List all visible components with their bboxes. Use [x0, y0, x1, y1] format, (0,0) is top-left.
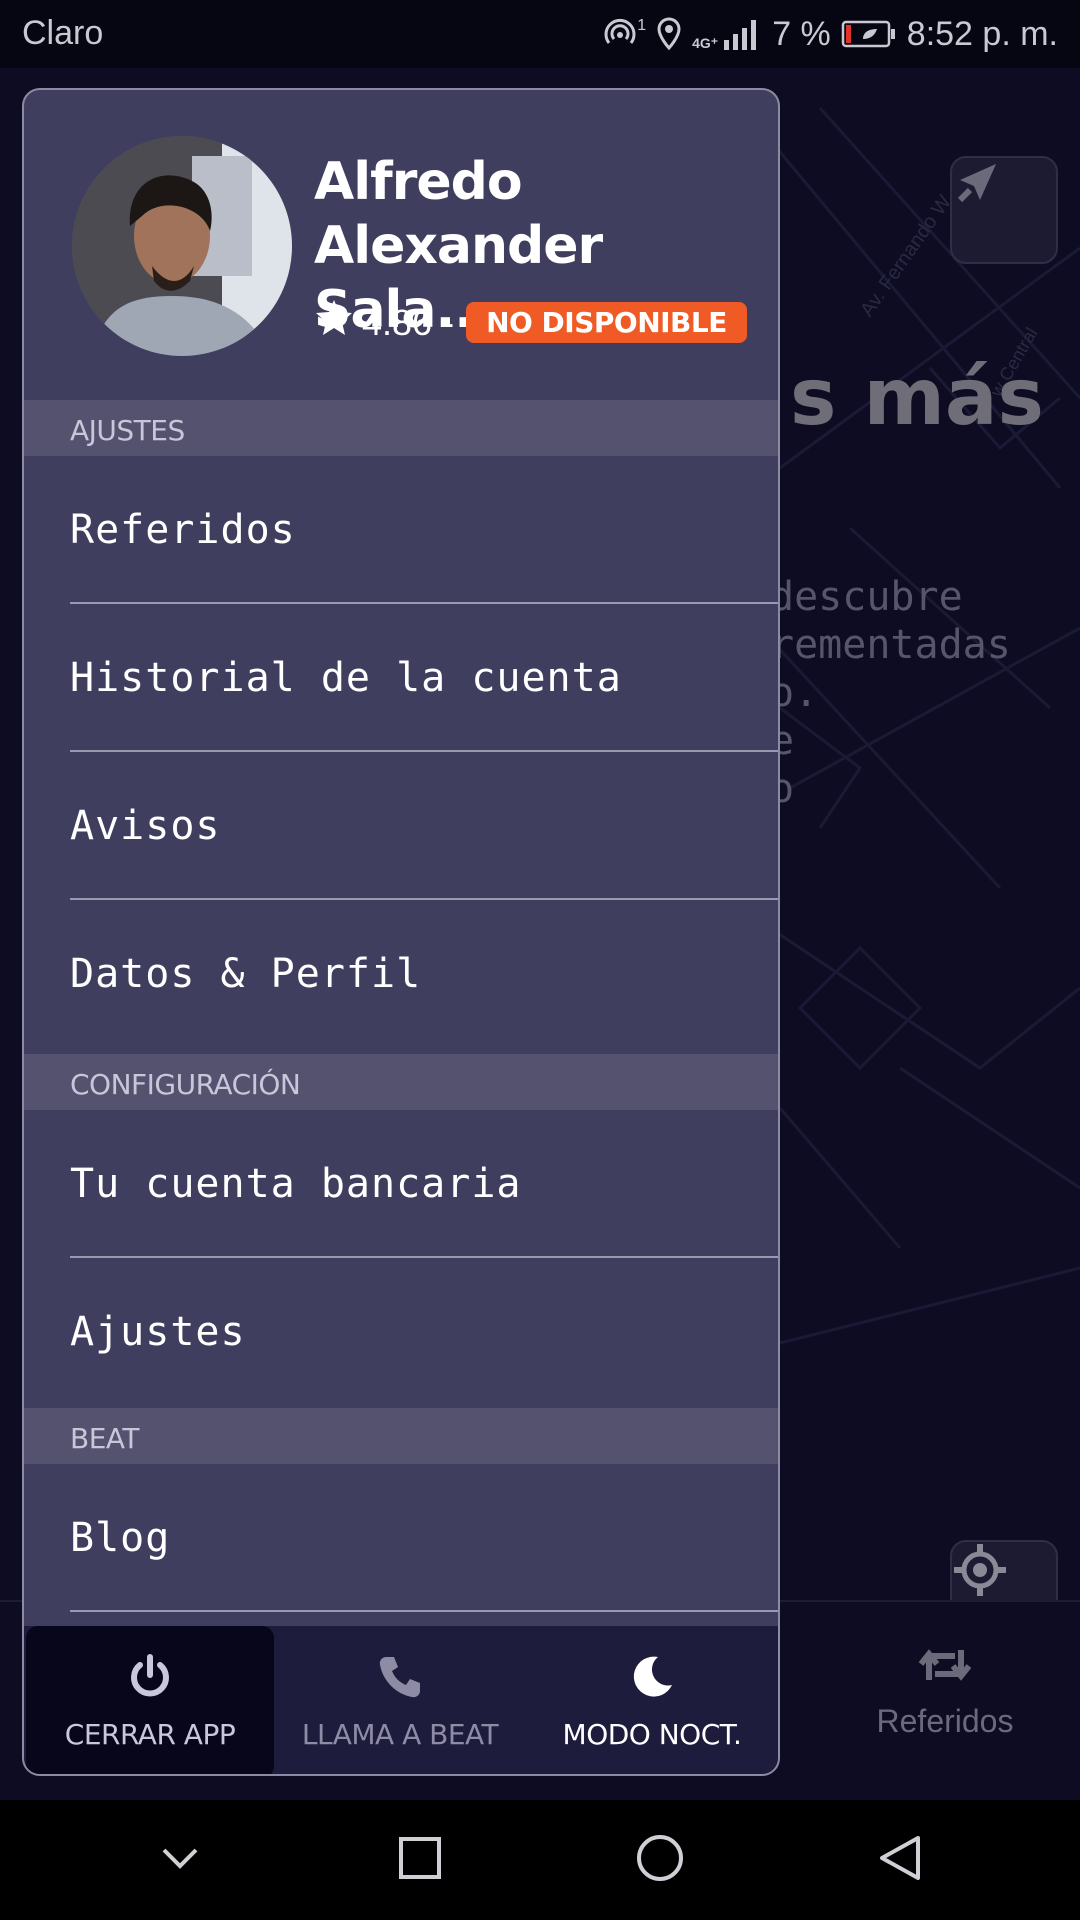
- navigation-button[interactable]: [950, 156, 1058, 264]
- hotspot-icon: 1: [603, 17, 646, 51]
- close-app-label: CERRAR APP: [64, 1718, 236, 1751]
- night-mode-label: MODO NOCT.: [562, 1718, 742, 1751]
- call-beat-label: LLAMA A BEAT: [301, 1718, 499, 1751]
- battery-icon: [841, 19, 897, 49]
- network-type-label: 4G⁺: [692, 35, 719, 51]
- rating-row: 4.86 - NO DISPONIBLE: [314, 298, 747, 347]
- section-header-beat: BEAT: [24, 1408, 778, 1464]
- profile-header[interactable]: Alfredo Alexander Sala... 4.86 - NO DISP…: [24, 90, 778, 400]
- moon-icon: [628, 1653, 676, 1706]
- menu-item-blog[interactable]: Blog: [24, 1464, 778, 1612]
- menu-item-cuenta-bancaria[interactable]: Tu cuenta bancaria: [24, 1110, 778, 1258]
- tab-referidos[interactable]: Referidos: [860, 1640, 1030, 1740]
- night-mode-button[interactable]: MODO NOCT.: [526, 1626, 778, 1774]
- menu-item-label: Blog: [70, 1515, 171, 1561]
- square-icon: [398, 1836, 442, 1885]
- close-app-button[interactable]: CERRAR APP: [26, 1626, 274, 1774]
- circle-icon: [636, 1834, 684, 1887]
- menu-item-avisos[interactable]: Avisos: [24, 752, 778, 900]
- section-header-configuracion: CONFIGURACIÓN: [24, 1054, 778, 1110]
- avatar[interactable]: [72, 136, 292, 356]
- section-title: BEAT: [70, 1422, 139, 1455]
- background-text: descubre rementadas o. e o: [770, 574, 1011, 812]
- menu-item-label: Datos & Perfil: [70, 951, 422, 997]
- chevron-down-icon: [160, 1846, 200, 1875]
- hide-keyboard-button[interactable]: [135, 1815, 225, 1905]
- star-icon: [314, 298, 354, 347]
- phone-icon: [376, 1653, 424, 1706]
- power-icon: [126, 1653, 174, 1706]
- menu-item-label: Referidos: [70, 507, 296, 553]
- menu-item-ajustes[interactable]: Ajustes: [24, 1258, 778, 1406]
- section-title: AJUSTES: [70, 414, 185, 447]
- rating-value: 4.86 -: [362, 301, 455, 343]
- side-drawer: Alfredo Alexander Sala... 4.86 - NO DISP…: [22, 88, 780, 1776]
- status-bar: Claro 1 4G⁺ 7 % 8:52 p. m.: [0, 0, 1080, 68]
- clock: 8:52 p. m.: [906, 14, 1058, 53]
- menu-item-datos-perfil[interactable]: Datos & Perfil: [24, 900, 778, 1048]
- locate-me-button[interactable]: [950, 1540, 1058, 1600]
- drawer-footer: CERRAR APP LLAMA A BEAT MODO NOCT.: [24, 1626, 778, 1774]
- call-beat-button[interactable]: LLAMA A BEAT: [274, 1626, 526, 1774]
- menu-item-label: Avisos: [70, 803, 221, 849]
- divider: [70, 1610, 778, 1612]
- back-button[interactable]: [855, 1815, 945, 1905]
- tab-referidos-label: Referidos: [876, 1703, 1014, 1739]
- menu-item-label: Ajustes: [70, 1309, 246, 1355]
- recents-button[interactable]: [375, 1815, 465, 1905]
- location-icon: [656, 17, 682, 51]
- menu-item-historial[interactable]: Historial de la cuenta: [24, 604, 778, 752]
- menu-item-referidos[interactable]: Referidos: [24, 456, 778, 604]
- menu-item-label: Historial de la cuenta: [70, 655, 622, 701]
- section-header-ajustes: AJUSTES: [24, 400, 778, 456]
- carrier-name: Claro: [22, 14, 104, 52]
- section-title: CONFIGURACIÓN: [70, 1068, 301, 1101]
- system-navigation-bar: [0, 1800, 1080, 1920]
- battery-percent: 7 %: [772, 14, 831, 53]
- status-icons: 1 4G⁺ 7 % 8:52 p. m.: [603, 14, 1058, 54]
- swap-arrows-icon: [915, 1649, 975, 1694]
- triangle-back-icon: [878, 1834, 922, 1887]
- status-badge[interactable]: NO DISPONIBLE: [466, 302, 747, 343]
- network-sup-label: 1: [637, 17, 647, 34]
- background-heading: s más: [790, 353, 1044, 443]
- home-button[interactable]: [615, 1815, 705, 1905]
- signal-icon: 4G⁺: [692, 18, 762, 50]
- menu-item-label: Tu cuenta bancaria: [70, 1161, 522, 1207]
